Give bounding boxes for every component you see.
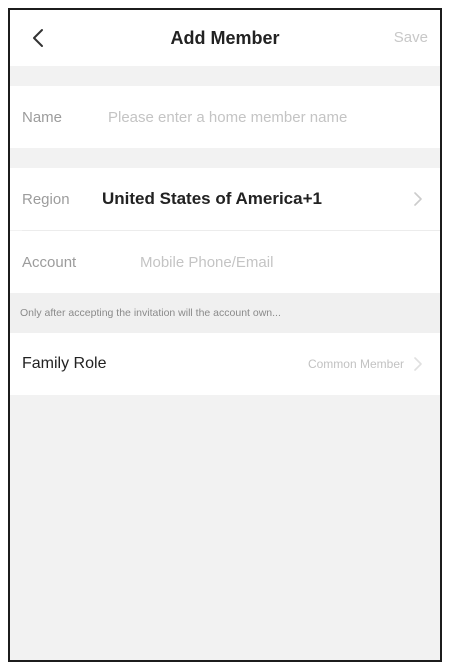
notice-text: Only after accepting the invitation will… bbox=[20, 307, 281, 319]
family-role-label: Family Role bbox=[22, 355, 107, 372]
name-label: Name bbox=[22, 108, 63, 126]
app-window: Add Member Save Name Region United State… bbox=[8, 8, 442, 662]
region-value: United States of America+1 bbox=[102, 189, 322, 208]
save-button[interactable]: Save bbox=[394, 10, 428, 66]
region-row[interactable]: Region United States of America+1 bbox=[10, 168, 440, 230]
account-row: Account bbox=[10, 231, 440, 293]
invitation-notice: Only after accepting the invitation will… bbox=[10, 293, 440, 333]
account-label: Account bbox=[22, 253, 77, 271]
chevron-right-icon bbox=[408, 354, 428, 374]
name-row: Name bbox=[10, 86, 440, 148]
chevron-right-icon bbox=[408, 189, 428, 209]
section-spacer bbox=[10, 148, 440, 168]
region-label: Region bbox=[22, 190, 70, 208]
account-input[interactable] bbox=[140, 253, 428, 271]
family-role-value: Common Member bbox=[307, 357, 404, 371]
chevron-left-icon bbox=[33, 29, 43, 47]
section-spacer bbox=[10, 66, 440, 86]
name-input[interactable] bbox=[108, 108, 428, 126]
family-role-row[interactable]: Family Role Common Member bbox=[10, 333, 440, 395]
page-title: Add Member bbox=[170, 27, 280, 48]
back-button[interactable] bbox=[20, 20, 56, 56]
navigation-bar: Add Member Save bbox=[10, 10, 440, 66]
